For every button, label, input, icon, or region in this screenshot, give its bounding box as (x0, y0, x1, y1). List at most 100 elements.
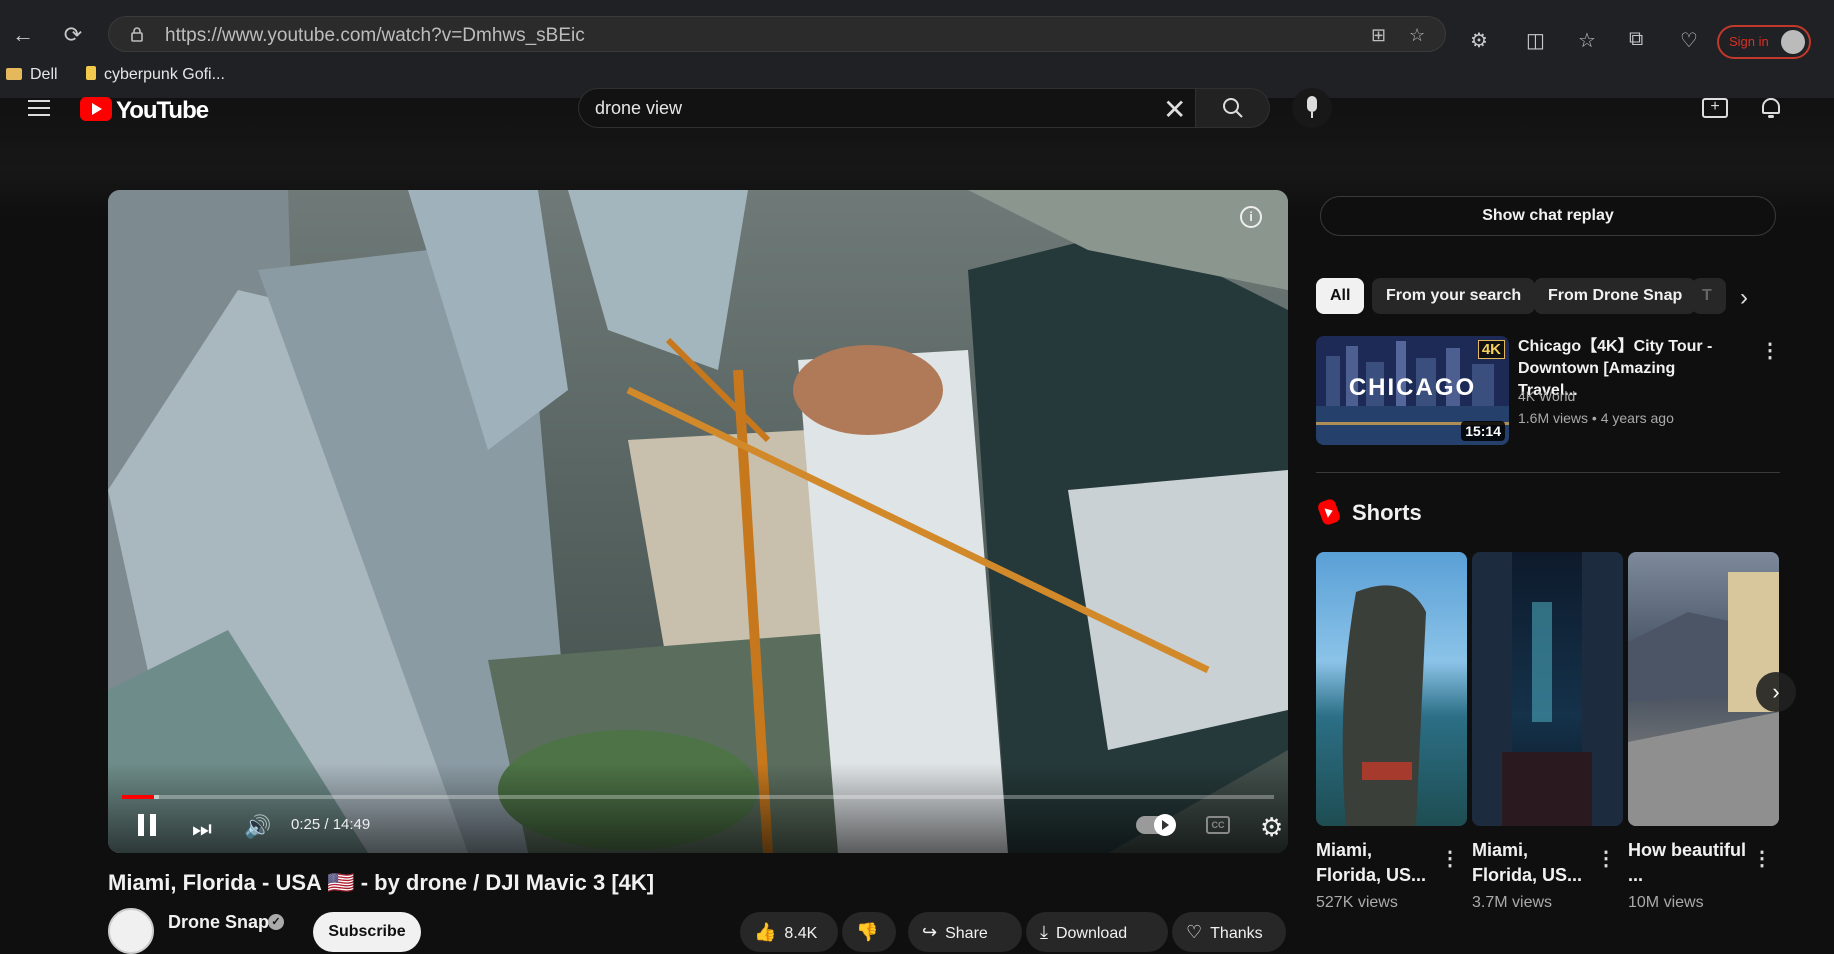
show-chat-replay-button[interactable]: Show chat replay (1320, 196, 1776, 236)
info-icon[interactable]: i (1240, 206, 1262, 228)
autoplay-knob (1154, 814, 1176, 836)
split-screen-icon[interactable]: ◫ (1526, 28, 1545, 53)
volume-icon[interactable]: 🔊 (244, 814, 271, 840)
download-icon: ⤓ (1040, 922, 1048, 942)
progress-bar[interactable] (122, 795, 1274, 799)
bookmark-label: Dell (30, 66, 58, 83)
chip-from-drone-snap[interactable]: From Drone Snap (1534, 278, 1697, 314)
video-frame (108, 190, 1288, 853)
chip-from-your-search[interactable]: From your search (1372, 278, 1536, 314)
progress-played (122, 795, 155, 799)
short-image (1342, 585, 1426, 826)
browser-toolbar: ← ⟳ https://www.youtube.com/watch?v=Dmhw… (0, 0, 1834, 98)
favorite-star-icon[interactable]: ☆ (1409, 25, 1425, 46)
share-button[interactable]: ↪ Share (908, 912, 1022, 952)
video-duration: 15:14 (1461, 421, 1505, 441)
bell-clapper (1768, 115, 1774, 118)
bookmark-dell[interactable]: Dell (6, 66, 58, 84)
clear-search-icon[interactable]: ✕ (1163, 93, 1186, 126)
short-title[interactable]: Miami, Florida, US... (1472, 838, 1592, 888)
video-player[interactable] (108, 190, 1288, 853)
address-bar[interactable]: https://www.youtube.com/watch?v=Dmhws_sB… (108, 16, 1446, 52)
search-icon (1223, 98, 1243, 118)
next-video-icon[interactable]: ⏭ (192, 816, 212, 842)
chip-partial[interactable]: T (1692, 278, 1726, 314)
share-icon: ↪ (922, 922, 938, 942)
channel-avatar[interactable] (108, 908, 154, 954)
thanks-heart-icon: ♡ (1186, 922, 1203, 942)
thanks-button[interactable]: ♡ Thanks (1172, 912, 1286, 952)
4k-badge: 4K (1477, 340, 1505, 359)
recommendation-thumbnail[interactable]: CHICAGO 4K 15:14 (1316, 336, 1509, 445)
thumbnail-text: CHICAGO (1348, 374, 1477, 401)
video-title: Miami, Florida - USA 🇺🇸 - by drone / DJI… (108, 870, 655, 895)
url-text[interactable]: https://www.youtube.com/watch?v=Dmhws_sB… (165, 25, 585, 47)
pause-icon[interactable] (138, 814, 156, 836)
browser-essentials-icon[interactable]: ♡ (1680, 28, 1698, 53)
short-thumbnail[interactable] (1316, 552, 1467, 826)
bookmark-label: cyberpunk Gofi... (104, 66, 225, 83)
thanks-label: Thanks (1210, 925, 1263, 942)
youtube-logo-text: YouTube (116, 97, 209, 124)
dislike-button[interactable]: 👎 (842, 912, 896, 952)
short-views: 10M views (1628, 894, 1704, 911)
thumbs-down-icon: 👎 (856, 922, 879, 942)
back-icon[interactable]: ← (10, 22, 36, 48)
address-row: ← ⟳ https://www.youtube.com/watch?v=Dmhw… (0, 8, 1834, 60)
download-button[interactable]: ⤓ Download (1026, 912, 1168, 952)
app-available-icon[interactable]: ⊞ (1371, 25, 1386, 46)
short-views: 527K views (1316, 894, 1398, 911)
divider (1316, 472, 1780, 473)
controls-overlay (108, 763, 1288, 853)
short-views: 3.7M views (1472, 894, 1553, 911)
short-thumbnail[interactable] (1472, 552, 1623, 826)
subtitles-cc-icon[interactable]: CC (1206, 816, 1230, 834)
shorts-next-icon[interactable]: › (1756, 672, 1796, 712)
recommendation-channel[interactable]: 4K World (1518, 388, 1575, 404)
time-display: 0:25 / 14:49 (291, 816, 371, 833)
download-label: Download (1055, 925, 1128, 942)
profile-avatar (1781, 30, 1805, 54)
signin-label: Sign in (1729, 34, 1769, 49)
voice-search-button[interactable] (1292, 88, 1332, 128)
youtube-play-icon (80, 97, 112, 121)
favorites-icon[interactable]: ☆ (1578, 28, 1596, 53)
more-options-icon[interactable]: ⋮ (1752, 846, 1772, 871)
recommendation-meta: 1.6M views • 4 years ago (1518, 410, 1674, 426)
share-label: Share (945, 925, 988, 942)
bookmark-icon (86, 66, 96, 80)
profile-signin-button[interactable]: Sign in (1717, 25, 1811, 59)
chevron-right-icon[interactable]: › (1740, 284, 1748, 312)
notifications-bell-icon[interactable] (1760, 96, 1782, 118)
extensions-icon[interactable]: ⚙ (1470, 28, 1488, 53)
microphone-stand (1311, 112, 1313, 118)
verified-check-icon: ✓ (268, 914, 284, 930)
reload-icon[interactable]: ⟳ (60, 22, 86, 48)
shorts-logo-icon (1316, 497, 1342, 527)
hamburger-menu-icon[interactable] (28, 100, 50, 118)
more-options-icon[interactable]: ⋮ (1760, 338, 1780, 363)
bell-body (1762, 98, 1780, 114)
like-button[interactable]: 👍 8.4K (740, 912, 838, 952)
folder-icon (6, 68, 22, 80)
create-video-icon[interactable]: + (1702, 98, 1728, 118)
collections-icon[interactable]: ⧉ (1629, 28, 1643, 51)
chip-all[interactable]: All (1316, 278, 1365, 314)
channel-name[interactable]: Drone Snap (168, 912, 269, 933)
short-title[interactable]: How beautiful ... (1628, 838, 1748, 888)
lock-icon (131, 27, 143, 42)
like-count: 8.4K (784, 925, 818, 942)
subscribe-button[interactable]: Subscribe (313, 912, 421, 952)
search-button[interactable] (1196, 88, 1270, 128)
settings-gear-icon[interactable]: ⚙ (1260, 812, 1283, 843)
shorts-heading: Shorts (1352, 500, 1422, 525)
short-title[interactable]: Miami, Florida, US... (1316, 838, 1436, 888)
search-input[interactable]: drone view ✕ (578, 88, 1196, 128)
thumbs-up-icon: 👍 (754, 922, 777, 942)
search-query[interactable]: drone view (595, 98, 682, 119)
bookmark-cyberpunk[interactable]: cyberpunk Gofi... (86, 66, 225, 84)
microphone-icon (1307, 96, 1317, 112)
more-options-icon[interactable]: ⋮ (1440, 846, 1460, 871)
more-options-icon[interactable]: ⋮ (1596, 846, 1616, 871)
autoplay-toggle[interactable] (1136, 814, 1176, 836)
